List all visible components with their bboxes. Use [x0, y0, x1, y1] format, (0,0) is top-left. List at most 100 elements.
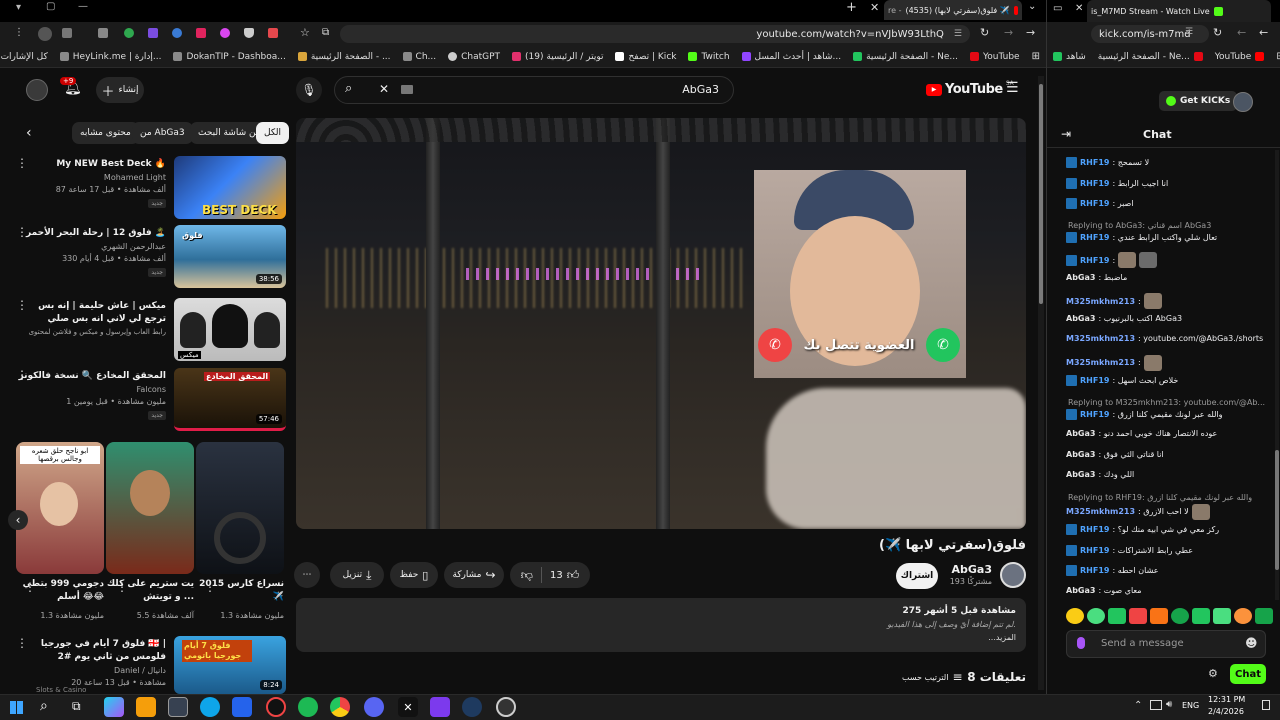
tab-active[interactable]: is_M7MD Stream - Watch Live	[1087, 0, 1271, 22]
emote-icon[interactable]	[1171, 608, 1189, 624]
emote-icon[interactable]	[1108, 608, 1126, 624]
scrollbar-thumb[interactable]	[1039, 84, 1043, 304]
more-options-icon[interactable]: ⋮	[24, 580, 36, 594]
minimize-button[interactable]: ▾	[16, 2, 21, 13]
youtube-logo[interactable]: ▶ YouTube SA	[926, 80, 1014, 97]
bookmark-twitter[interactable]: (19) تويتر / الرئيسية	[506, 52, 609, 62]
bookmark-youtube[interactable]: YouTube	[1209, 52, 1271, 62]
video-title[interactable]: ميكس | عاش حليمة | إنه بس ترجع لي لاني ا…	[16, 300, 166, 326]
extension-icon[interactable]	[220, 28, 230, 38]
chat-username[interactable]: AbGa3	[1066, 273, 1095, 282]
dislike-icon[interactable]: 👎︎	[521, 568, 533, 583]
video-title[interactable]: المحقق المخادع 🔍 نسخة فالكونز	[16, 370, 166, 383]
show-more-link[interactable]: ...المزيد	[988, 633, 1016, 642]
volume-icon[interactable]: 🔊︎	[1166, 699, 1172, 710]
emote-icon[interactable]	[1213, 608, 1231, 624]
extension-icon[interactable]	[98, 28, 108, 38]
windows-start-icon[interactable]	[10, 701, 23, 714]
shield-icon[interactable]	[244, 28, 254, 38]
apps-grid-icon[interactable]: ⊞	[1270, 51, 1280, 62]
chat-username[interactable]: AbGa3	[1066, 586, 1095, 595]
emote-icon[interactable]	[1087, 608, 1105, 624]
video-thumbnail[interactable]: فلوق 7 أيام جورجيا باتومي 8:24	[174, 636, 286, 694]
discord-icon[interactable]	[364, 697, 384, 717]
more-options-icon[interactable]: ⋮	[204, 580, 216, 594]
tab-active[interactable]: re - فلوق(سفرتي لابها) (4535) ✈️	[884, 0, 1022, 20]
extension-icon[interactable]	[62, 28, 72, 38]
chat-input[interactable]: Send a message ☻	[1066, 630, 1266, 658]
emote-icon[interactable]	[1066, 608, 1084, 624]
extension-icon[interactable]	[268, 28, 278, 38]
chat-username[interactable]: RHF19	[1080, 158, 1109, 167]
chat-username[interactable]: AbGa3	[1066, 429, 1095, 438]
sort-comments-button[interactable]: الترتيب حسب ≡	[902, 670, 963, 684]
avatar[interactable]	[1233, 92, 1253, 112]
video-thumbnail[interactable]: BEST DECK	[174, 156, 286, 219]
channel-avatar[interactable]	[1000, 562, 1026, 588]
collapse-chat-icon[interactable]: ⇥	[1061, 127, 1071, 141]
shorts-prev-icon[interactable]: ‹	[8, 510, 28, 530]
scrollbar-thumb[interactable]	[1275, 450, 1279, 570]
bookmark-ch[interactable]: Ch...	[397, 52, 443, 62]
hamburger-menu-icon[interactable]: ☰	[1006, 80, 1019, 96]
reload-icon[interactable]: ↻	[980, 26, 989, 39]
copilot-icon[interactable]	[104, 697, 124, 717]
bookmark-heylink[interactable]: HeyLink.me | إدارة...	[54, 52, 168, 62]
chat-username[interactable]: M325mkhm213	[1066, 358, 1135, 367]
emote-icon[interactable]	[1192, 608, 1210, 624]
bookmark-dokantip[interactable]: DokanTIP - Dashboa...	[167, 52, 291, 62]
channel-name[interactable]: رابط العاب وإيرسول و ميكس و فلاشن لمحتوى	[16, 328, 166, 336]
restore-button[interactable]: ▢	[46, 1, 55, 12]
video-player[interactable]: العضوية تتصل بك ✆ ✆	[296, 118, 1026, 529]
clock-time[interactable]: 12:31 PM	[1208, 695, 1245, 704]
site-settings-icon[interactable]: ☰	[1185, 27, 1193, 37]
channel-name[interactable]: AbGa3	[952, 563, 993, 576]
description-box[interactable]: 275 مشاهدة قبل 5 أشهر لم تتم إضافة أيّ و…	[296, 598, 1026, 652]
more-options-icon[interactable]: ⋮	[116, 580, 128, 594]
related-video-item[interactable]: فلوق 7 أيام جورجيا باتومي 8:24 ⋮ فلوق 7 …	[10, 636, 286, 694]
chat-send-button[interactable]: Chat	[1230, 664, 1266, 684]
chat-username[interactable]: RHF19	[1080, 256, 1109, 265]
chips-prev-icon[interactable]: ‹	[26, 125, 32, 141]
close-window-button[interactable]: —	[78, 1, 88, 12]
back-icon[interactable]: ←	[1259, 26, 1268, 39]
bookmark-netflix-home[interactable]: الصفحة الرئيسية - Ne...	[1092, 52, 1209, 62]
keyboard-icon[interactable]	[401, 85, 413, 94]
extension-icon[interactable]	[148, 28, 158, 38]
emote-icon[interactable]	[1129, 608, 1147, 624]
channel-name[interactable]: Falcons	[136, 385, 166, 394]
profile-avatar[interactable]	[38, 27, 52, 41]
related-video-item[interactable]: BEST DECK ⋮ My NEW Best Deck 🔥 Mohamed L…	[10, 156, 286, 222]
subscribe-button[interactable]: اشتراك	[896, 563, 938, 589]
chat-username[interactable]: AbGa3	[1066, 314, 1095, 323]
chat-username[interactable]: RHF19	[1080, 546, 1109, 555]
chat-scrollbar[interactable]	[1275, 150, 1279, 600]
language-indicator[interactable]: ENG	[1182, 701, 1199, 710]
related-video-item[interactable]: فلوق 38:56 ⋮ فلوق 12 | رحلة البحر الأحمر…	[10, 225, 286, 291]
mail-icon[interactable]	[232, 697, 252, 717]
task-view-icon[interactable]: ⧉	[72, 699, 81, 714]
video-title[interactable]: فلوق 12 | رحلة البحر الأحمر 🏝️	[16, 227, 166, 240]
chat-username[interactable]: M325mkhm213	[1066, 334, 1135, 343]
chip-from-channel[interactable]: من AbGa3	[132, 122, 193, 144]
capcut-icon[interactable]: ✕	[398, 697, 418, 717]
emote-icon[interactable]	[1255, 608, 1273, 624]
emote-icon[interactable]	[1150, 608, 1168, 624]
video-thumbnail[interactable]: ميكس	[174, 298, 286, 361]
get-kicks-button[interactable]: Get KICKs	[1159, 91, 1238, 111]
save-button[interactable]: حفظ ▯	[390, 562, 438, 588]
page-scrollbar[interactable]	[1038, 76, 1044, 690]
video-thumbnail[interactable]: المحقق المخادع 57:46	[174, 368, 286, 431]
bookmark-home[interactable]: الصفحة الرئيسية - ...	[292, 52, 397, 62]
tray-overflow-icon[interactable]: ⌃	[1134, 700, 1142, 711]
avatar[interactable]	[26, 79, 48, 101]
mic-icon[interactable]	[1077, 637, 1085, 649]
obs-icon[interactable]	[496, 697, 516, 717]
related-video-item[interactable]: ميكس ⋮ ميكس | عاش حليمة | إنه بس ترجع لي…	[10, 298, 286, 364]
chat-username[interactable]: M325mkhm213	[1066, 507, 1135, 516]
tab-close-icon[interactable]: ✕	[1075, 3, 1083, 14]
address-bar[interactable]: youtube.com/watch?v=nVJbW93LthQ ☰	[340, 25, 970, 43]
bookmark-chatgpt[interactable]: ChatGPT	[442, 52, 506, 62]
short-thumbnail[interactable]: ابو ناجح حلق شعره وجالس برقصها	[16, 442, 104, 574]
notification-center-icon[interactable]	[1262, 700, 1270, 710]
